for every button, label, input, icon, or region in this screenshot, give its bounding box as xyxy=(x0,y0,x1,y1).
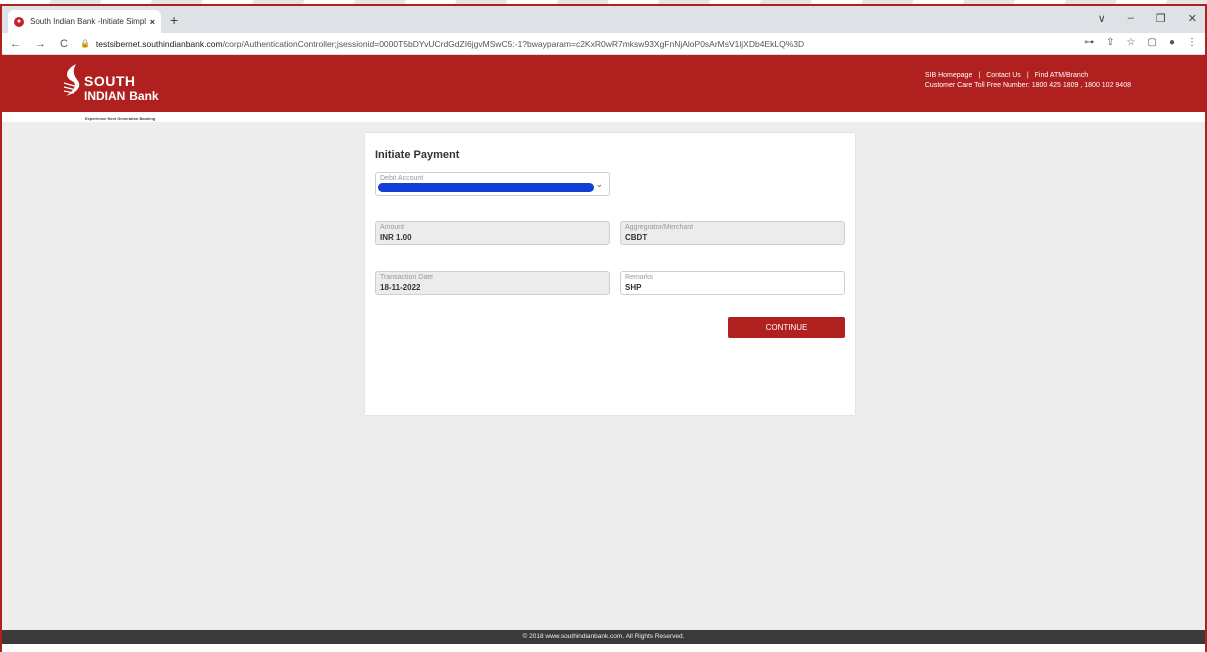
menu-icon[interactable]: ⋮ xyxy=(1187,37,1197,48)
debit-account-select[interactable]: Debit Account ⌄ xyxy=(375,172,610,196)
merchant-field: Aggregrator/Merchant CBDT xyxy=(620,221,845,245)
amount-label: Amount xyxy=(380,224,405,231)
new-tab-icon[interactable]: + xyxy=(170,12,178,28)
payment-card: Initiate Payment Debit Account ⌄ Amount … xyxy=(365,133,855,415)
logo-text-bank: Bank xyxy=(129,89,159,103)
side-panel-icon[interactable]: ▢ xyxy=(1148,37,1157,48)
contact-us-link[interactable]: Contact Us xyxy=(986,72,1021,79)
footer: © 2018 www.southindianbank.com. All Righ… xyxy=(2,630,1205,644)
profile-icon[interactable]: ● xyxy=(1169,37,1175,48)
url-host: testsibernet.southindianbank.com xyxy=(95,38,223,49)
bank-tagline: Experience Next Generation Banking xyxy=(85,116,156,121)
password-key-icon[interactable]: ⊶ xyxy=(1084,37,1094,48)
main-content: Initiate Payment Debit Account ⌄ Amount … xyxy=(2,122,1205,644)
link-separator: | xyxy=(978,72,981,79)
bookmark-star-icon[interactable]: ☆ xyxy=(1127,37,1136,48)
redacted-account-value xyxy=(378,183,594,192)
tab-title: South Indian Bank -Initiate Simpl xyxy=(30,17,146,26)
continue-button[interactable]: CONTINUE xyxy=(728,317,845,338)
merchant-value: CBDT xyxy=(625,233,648,242)
bank-favicon-icon: ● xyxy=(14,16,24,27)
tab-strip: ● South Indian Bank -Initiate Simpl × + … xyxy=(2,6,1205,33)
header-links: SIB Homepage | Contact Us | Find ATM/Branch … xyxy=(925,71,1131,91)
bank-header: SOUTH INDIAN Bank SIB Homepage | Contact U… xyxy=(2,55,1205,112)
minimize-icon[interactable]: – xyxy=(1128,12,1134,25)
close-window-icon[interactable]: ✕ xyxy=(1188,12,1197,25)
find-atm-link[interactable]: Find ATM/Branch xyxy=(1035,72,1089,79)
remarks-value: SHP xyxy=(625,283,642,292)
logo-mark-icon xyxy=(63,64,80,96)
browser-tab[interactable]: ● South Indian Bank -Initiate Simpl × xyxy=(8,10,161,33)
link-separator: | xyxy=(1026,72,1029,79)
transaction-date-label: Transaction Date xyxy=(380,274,434,281)
amount-field: Amount INR 1.00 xyxy=(375,221,610,245)
sib-homepage-link[interactable]: SIB Homepage xyxy=(925,72,972,79)
share-icon[interactable]: ⇪ xyxy=(1106,37,1114,48)
toolbar-actions: ⊶ ⇪ ☆ ▢ ● ⋮ xyxy=(1084,37,1197,48)
lock-icon[interactable]: 🔒 xyxy=(80,39,90,48)
logo-text-indian-word: INDIAN xyxy=(84,89,126,103)
remarks-label: Remarks xyxy=(625,274,654,281)
amount-value: INR 1.00 xyxy=(380,233,412,242)
restore-icon[interactable]: ❐ xyxy=(1156,12,1166,25)
reload-icon[interactable]: C xyxy=(60,38,68,50)
transaction-date-value: 18-11-2022 xyxy=(380,283,421,292)
address-bar[interactable]: testsibernet.southindianbank.com/corp/Au… xyxy=(96,39,876,49)
debit-account-label: Debit Account xyxy=(380,175,424,182)
back-icon[interactable]: ← xyxy=(10,38,21,50)
page-title: Initiate Payment xyxy=(375,149,460,161)
browser-window: ● South Indian Bank -Initiate Simpl × + … xyxy=(0,4,1207,652)
forward-icon[interactable]: → xyxy=(35,38,46,50)
logo-text-indian: INDIAN Bank xyxy=(84,87,159,103)
transaction-date-field: Transaction Date 18-11-2022 xyxy=(375,271,610,295)
chevron-down-icon: ⌄ xyxy=(595,179,603,189)
address-toolbar: ← → C 🔒 testsibernet.southindianbank.com… xyxy=(2,33,1205,55)
bank-logo[interactable]: SOUTH INDIAN Bank xyxy=(58,61,178,105)
window-controls: ∨ – ❐ ✕ xyxy=(1098,12,1197,25)
tab-close-icon[interactable]: × xyxy=(150,17,155,27)
customer-care-text: Customer Care Toll Free Number: 1800 425… xyxy=(924,82,1131,89)
url-path: /corp/AuthenticationController;jsessioni… xyxy=(222,38,805,49)
merchant-label: Aggregrator/Merchant xyxy=(625,224,694,231)
tab-search-icon[interactable]: ∨ xyxy=(1098,12,1106,25)
remarks-field[interactable]: Remarks SHP xyxy=(620,271,845,295)
